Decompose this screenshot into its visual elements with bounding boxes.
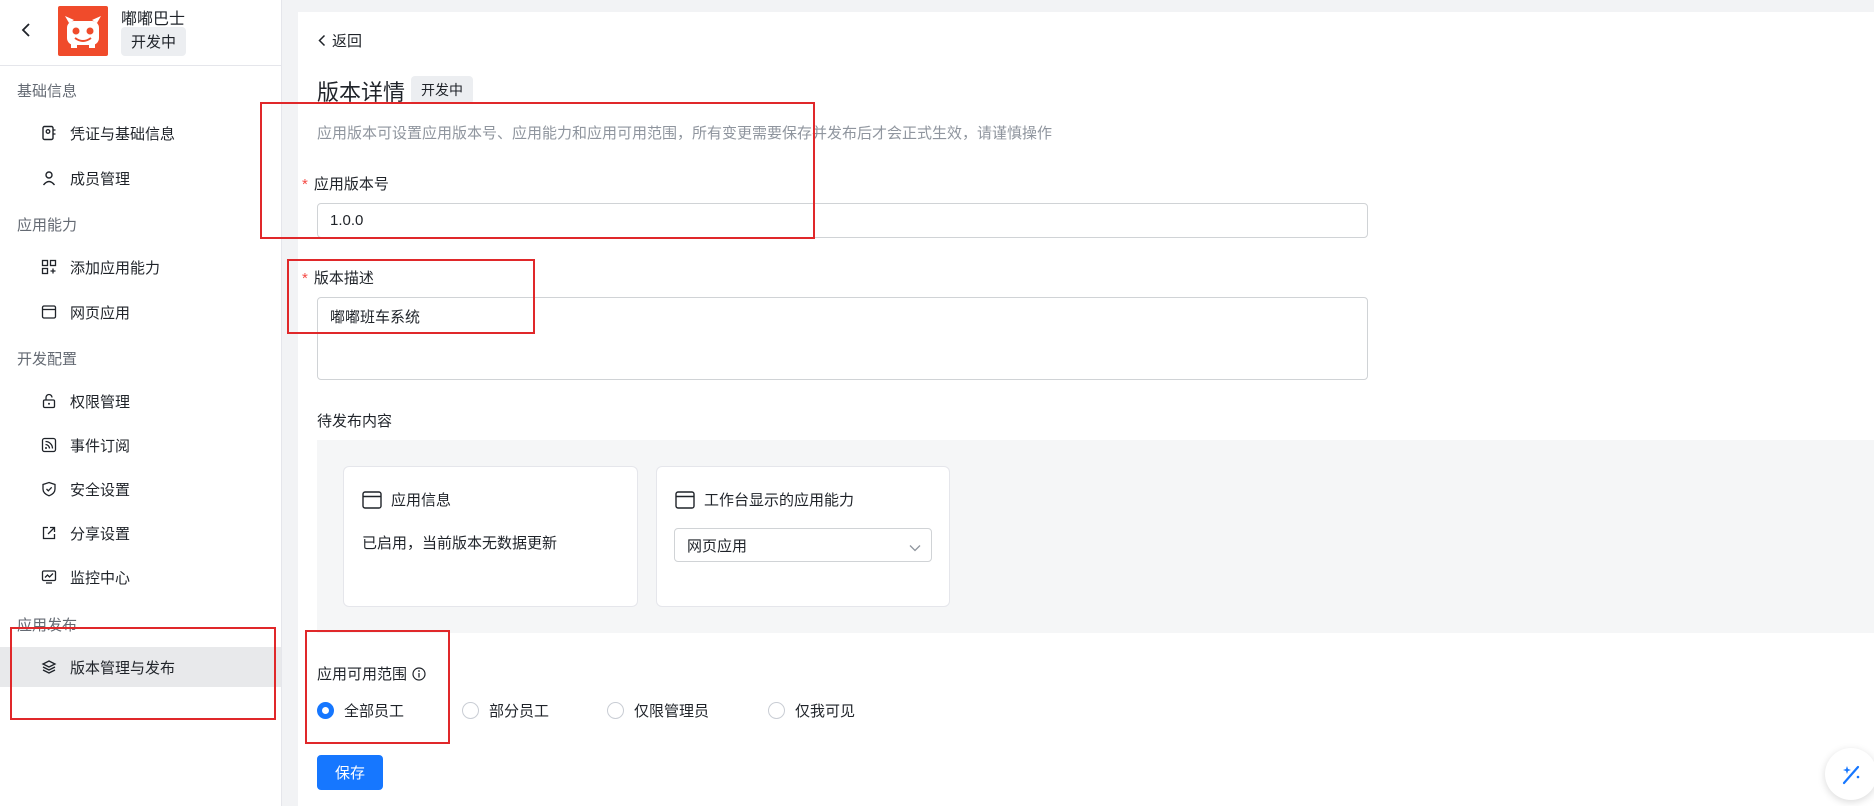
sidebar-item-label: 权限管理 bbox=[70, 393, 131, 411]
shield-icon bbox=[40, 480, 58, 498]
share-icon bbox=[40, 524, 58, 542]
monitor-icon bbox=[40, 568, 58, 586]
app-name: 嘟嘟巴士 bbox=[121, 11, 186, 28]
sidebar-item-share[interactable]: 分享设置 bbox=[0, 513, 281, 553]
chevron-down-icon bbox=[909, 539, 921, 556]
sidebar-item-label: 添加应用能力 bbox=[70, 259, 161, 277]
radio-label: 仅我可见 bbox=[795, 703, 856, 720]
app-info-status: 已启用，当前版本无数据更新 bbox=[362, 535, 558, 552]
sidebar-item-events[interactable]: 事件订阅 bbox=[0, 425, 281, 465]
radio-label: 仅限管理员 bbox=[634, 703, 710, 720]
browser-icon bbox=[40, 303, 58, 321]
pending-content-label: 待发布内容 bbox=[317, 413, 393, 430]
sidebar-item-add-capability[interactable]: 添加应用能力 bbox=[0, 247, 281, 287]
rss-icon bbox=[40, 436, 58, 454]
sidebar-item-label: 成员管理 bbox=[70, 170, 131, 188]
app-info-card: 应用信息 已启用，当前版本无数据更新 bbox=[343, 466, 638, 607]
sidebar-item-label: 事件订阅 bbox=[70, 437, 131, 455]
back-link[interactable]: 返回 bbox=[318, 30, 362, 51]
capability-select[interactable]: 网页应用 bbox=[674, 528, 932, 562]
status-badge: 开发中 bbox=[411, 76, 473, 104]
scope-radio-admins-only[interactable]: 仅限管理员 bbox=[607, 700, 709, 721]
group-title-basic: 基础信息 bbox=[17, 83, 78, 100]
apps-add-icon bbox=[40, 258, 58, 276]
annotation-box-sidebar bbox=[10, 627, 276, 720]
card-title-text: 工作台显示的应用能力 bbox=[704, 492, 855, 509]
workspace-capability-card: 工作台显示的应用能力 网页应用 bbox=[656, 466, 950, 607]
annotation-box-version bbox=[260, 102, 815, 239]
app-status-badge: 开发中 bbox=[121, 27, 187, 56]
app-logo bbox=[58, 6, 108, 56]
group-title-dev-config: 开发配置 bbox=[17, 351, 78, 368]
sidebar-item-label: 凭证与基础信息 bbox=[70, 125, 176, 143]
card-title: 应用信息 bbox=[362, 489, 451, 510]
radio-label: 部分员工 bbox=[489, 703, 550, 720]
radio-circle bbox=[607, 702, 624, 719]
back-chevron-icon bbox=[318, 34, 326, 47]
select-value: 网页应用 bbox=[687, 537, 748, 555]
radio-circle bbox=[768, 702, 785, 719]
credential-icon bbox=[40, 124, 58, 142]
annotation-box-description bbox=[287, 259, 535, 334]
sidebar-item-label: 网页应用 bbox=[70, 304, 131, 322]
radio-circle bbox=[462, 702, 479, 719]
browser-icon bbox=[362, 490, 382, 510]
ai-assistant-button[interactable] bbox=[1825, 748, 1874, 800]
back-label: 返回 bbox=[332, 33, 363, 50]
group-title-capability: 应用能力 bbox=[17, 217, 78, 234]
sidebar-item-label: 监控中心 bbox=[70, 569, 131, 587]
annotation-box-scope bbox=[305, 630, 450, 744]
back-chevron-icon[interactable] bbox=[16, 20, 36, 40]
sidebar-item-web-app[interactable]: 网页应用 bbox=[0, 292, 281, 332]
card-title: 工作台显示的应用能力 bbox=[675, 489, 854, 510]
card-title-text: 应用信息 bbox=[391, 492, 452, 509]
sidebar-item-security[interactable]: 安全设置 bbox=[0, 469, 281, 509]
sidebar-item-label: 分享设置 bbox=[70, 525, 131, 543]
sidebar-item-permissions[interactable]: 权限管理 bbox=[0, 381, 281, 421]
magic-wand-icon bbox=[1838, 761, 1864, 787]
sidebar-item-label: 安全设置 bbox=[70, 481, 131, 499]
scope-radio-only-me[interactable]: 仅我可见 bbox=[768, 700, 855, 721]
sidebar-item-monitor[interactable]: 监控中心 bbox=[0, 557, 281, 597]
sidebar-item-credentials[interactable]: 凭证与基础信息 bbox=[0, 113, 281, 153]
app-header: 嘟嘟巴士 开发中 bbox=[0, 0, 281, 66]
sidebar-item-members[interactable]: 成员管理 bbox=[0, 158, 281, 198]
user-icon bbox=[40, 169, 58, 187]
scope-radio-some-staff[interactable]: 部分员工 bbox=[462, 700, 549, 721]
lock-icon bbox=[40, 392, 58, 410]
browser-icon bbox=[675, 490, 695, 510]
save-button[interactable]: 保存 bbox=[317, 755, 383, 790]
